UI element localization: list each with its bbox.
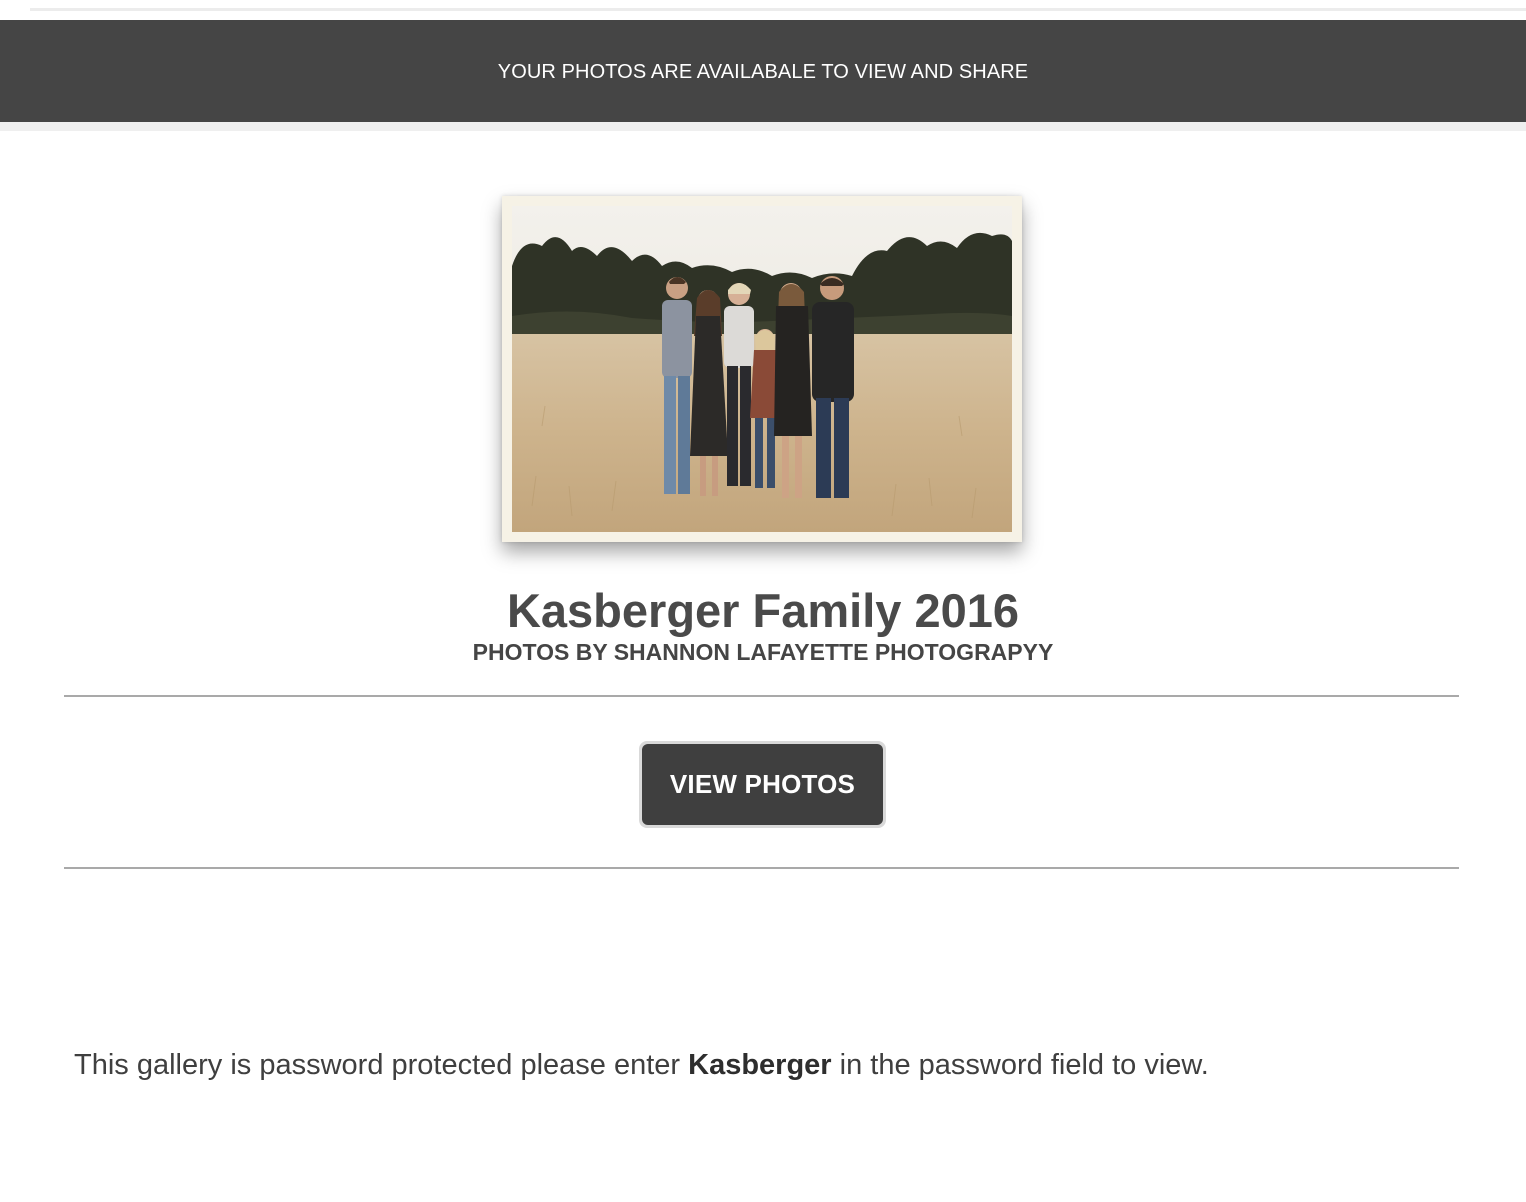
family-photo-illustration	[512, 206, 1012, 532]
header-banner: YOUR PHOTOS ARE AVAILABALE TO VIEW AND S…	[0, 20, 1526, 122]
divider-bottom	[64, 867, 1459, 869]
banner-underline	[0, 122, 1526, 131]
cover-photo-frame	[502, 196, 1022, 542]
password-notice-outro: in the password field to view.	[831, 1049, 1209, 1081]
gallery-title: Kasberger Family 2016	[506, 584, 1020, 637]
password-notice: This gallery is password protected pleas…	[74, 1046, 1209, 1084]
cover-photo	[512, 206, 1012, 532]
password-notice-intro: This gallery is password protected pleas…	[74, 1049, 689, 1081]
view-photos-button-outline: VIEW PHOTOS	[639, 741, 886, 828]
banner-text: YOUR PHOTOS ARE AVAILABALE TO VIEW AND S…	[497, 60, 1029, 83]
password-hint: Kasberger	[688, 1049, 832, 1081]
view-photos-button[interactable]: VIEW PHOTOS	[642, 744, 883, 825]
top-edge-strip	[30, 8, 1526, 11]
gallery-subtitle: PHOTOS BY SHANNON LAFAYETTE PHOTOGRAPYY	[472, 639, 1054, 665]
divider-top	[64, 695, 1459, 697]
